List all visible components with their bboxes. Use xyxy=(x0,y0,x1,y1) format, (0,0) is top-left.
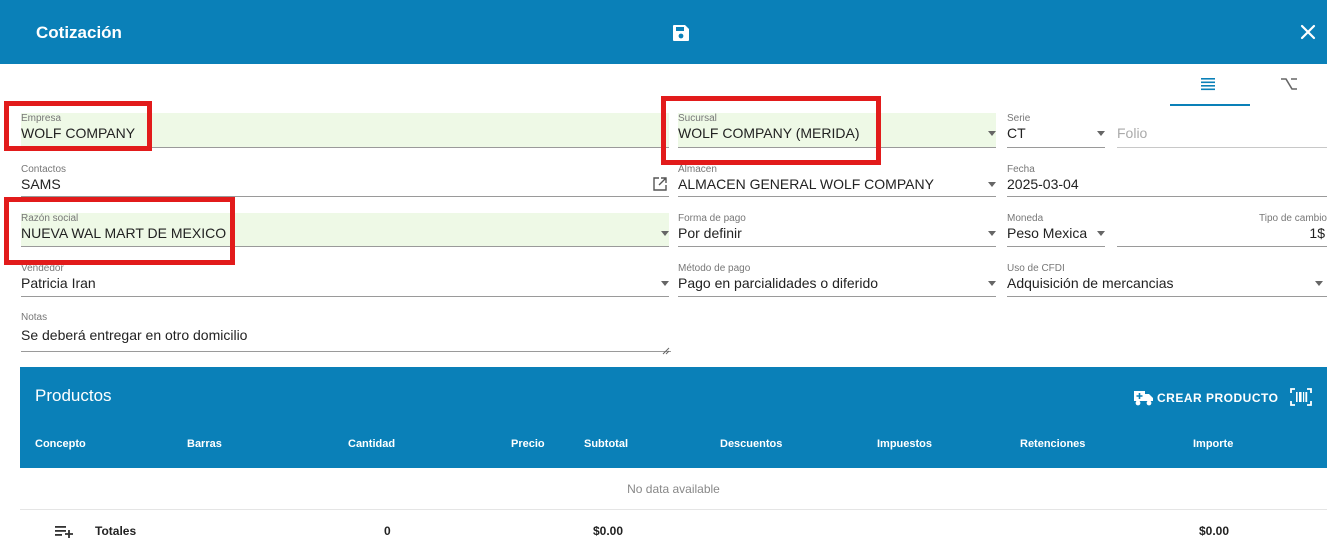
sucursal-label: Sucursal xyxy=(678,113,717,124)
dropdown-arrow-icon xyxy=(988,182,996,187)
fecha-field[interactable]: Fecha 2025-03-04 xyxy=(1007,164,1327,197)
resize-handle-icon[interactable] xyxy=(662,342,670,355)
dropdown-arrow-icon xyxy=(661,231,669,236)
products-title: Productos xyxy=(35,386,112,405)
col-descuentos[interactable]: Descuentos xyxy=(720,438,782,450)
dialog-title: Cotización xyxy=(36,23,122,42)
option-icon xyxy=(1281,78,1297,90)
save-icon[interactable] xyxy=(672,24,690,42)
col-impuestos[interactable]: Impuestos xyxy=(877,438,932,450)
contactos-field[interactable]: Contactos SAMS xyxy=(21,164,669,197)
totals-label: Totales xyxy=(95,524,137,538)
moneda-label: Moneda xyxy=(1007,213,1044,224)
col-cantidad[interactable]: Cantidad xyxy=(348,438,395,450)
almacen-value: ALMACEN GENERAL WOLF COMPANY xyxy=(678,176,934,192)
products-header: Productos CREAR PRODUCTO Concepto Barras… xyxy=(20,367,1327,468)
folio-placeholder: Folio xyxy=(1117,125,1148,141)
view-tabs xyxy=(1168,66,1327,108)
dialog-header: Cotización xyxy=(0,0,1327,64)
col-subtotal[interactable]: Subtotal xyxy=(584,438,628,450)
uso-cfdi-value: Adquisición de mercancias xyxy=(1007,275,1174,291)
option-view-tab[interactable] xyxy=(1250,66,1327,106)
sucursal-select[interactable]: Sucursal WOLF COMPANY (MERIDA) xyxy=(678,113,996,148)
vendedor-value: Patricia Iran xyxy=(21,275,96,291)
empty-table-message: No data available xyxy=(20,468,1327,510)
close-icon[interactable] xyxy=(1298,22,1318,42)
razon-social-label: Razón social xyxy=(21,213,79,224)
vendedor-select[interactable]: Vendedor Patricia Iran xyxy=(21,263,669,297)
tipo-cambio-value: 1$ xyxy=(1309,225,1325,241)
dropdown-arrow-icon xyxy=(1315,281,1323,286)
metodo-pago-label: Método de pago xyxy=(678,263,751,274)
dropdown-arrow-icon xyxy=(661,281,669,286)
notas-label: Notas xyxy=(21,312,48,323)
totals-subtotal: $0.00 xyxy=(593,524,624,538)
serie-label: Serie xyxy=(1007,113,1031,124)
notas-value: Se deberá entregar en otro domicilio xyxy=(21,327,248,343)
truck-plus-icon xyxy=(1134,391,1153,406)
metodo-pago-select[interactable]: Método de pago Pago en parcialidades o d… xyxy=(678,263,996,297)
forma-pago-value: Por definir xyxy=(678,225,742,241)
metodo-pago-value: Pago en parcialidades o diferido xyxy=(678,275,879,291)
dropdown-arrow-icon xyxy=(988,131,996,136)
moneda-value: Peso Mexica xyxy=(1007,225,1087,241)
dropdown-arrow-icon xyxy=(1097,131,1105,136)
fecha-value: 2025-03-04 xyxy=(1007,176,1079,192)
totals-importe: $0.00 xyxy=(1199,524,1230,538)
list-view-icon xyxy=(1201,78,1215,91)
forma-pago-select[interactable]: Forma de pago Por definir xyxy=(678,213,996,247)
playlist-add-icon[interactable] xyxy=(54,523,74,539)
vendedor-label: Vendedor xyxy=(21,263,64,274)
open-external-icon[interactable] xyxy=(652,176,668,192)
col-precio[interactable]: Precio xyxy=(511,438,545,450)
uso-cfdi-label: Uso de CFDI xyxy=(1007,263,1065,274)
tipo-cambio-label: Tipo de cambio xyxy=(1259,213,1327,224)
dropdown-arrow-icon xyxy=(988,231,996,236)
uso-cfdi-select[interactable]: Uso de CFDI Adquisición de mercancias xyxy=(1007,263,1327,297)
sucursal-value: WOLF COMPANY (MERIDA) xyxy=(678,125,860,141)
forma-pago-label: Forma de pago xyxy=(678,213,746,224)
dropdown-arrow-icon xyxy=(1097,231,1105,236)
contactos-label: Contactos xyxy=(21,164,67,175)
empresa-label: Empresa xyxy=(21,113,62,124)
fecha-label: Fecha xyxy=(1007,164,1035,175)
notas-textarea[interactable]: Notas Se deberá entregar en otro domicil… xyxy=(21,312,671,352)
tipo-cambio-field[interactable]: Tipo de cambio 1$ xyxy=(1117,213,1327,247)
empresa-field[interactable]: Empresa WOLF COMPANY xyxy=(21,113,669,148)
col-concepto[interactable]: Concepto xyxy=(35,438,86,450)
list-view-tab[interactable] xyxy=(1170,66,1250,106)
col-retenciones[interactable]: Retenciones xyxy=(1020,438,1085,450)
moneda-select[interactable]: Moneda Peso Mexica xyxy=(1007,213,1105,247)
totals-cantidad: 0 xyxy=(384,524,391,538)
dropdown-arrow-icon xyxy=(988,281,996,286)
col-importe[interactable]: Importe xyxy=(1193,438,1233,450)
almacen-label: Almacen xyxy=(678,164,717,175)
contactos-value: SAMS xyxy=(21,176,61,192)
serie-value: CT xyxy=(1007,125,1026,141)
serie-select[interactable]: Serie CT xyxy=(1007,113,1105,148)
products-panel: Productos CREAR PRODUCTO Concepto Barras… xyxy=(20,367,1327,552)
create-product-label: CREAR PRODUCTO xyxy=(1157,391,1279,405)
empresa-value: WOLF COMPANY xyxy=(21,125,136,141)
almacen-select[interactable]: Almacen ALMACEN GENERAL WOLF COMPANY xyxy=(678,164,996,197)
barcode-scan-icon[interactable] xyxy=(1290,387,1312,407)
col-barras[interactable]: Barras xyxy=(187,438,222,450)
razon-social-select[interactable]: Razón social NUEVA WAL MART DE MEXICO xyxy=(21,213,669,247)
folio-input[interactable]: Folio xyxy=(1117,113,1327,148)
razon-social-value: NUEVA WAL MART DE MEXICO xyxy=(21,225,227,241)
